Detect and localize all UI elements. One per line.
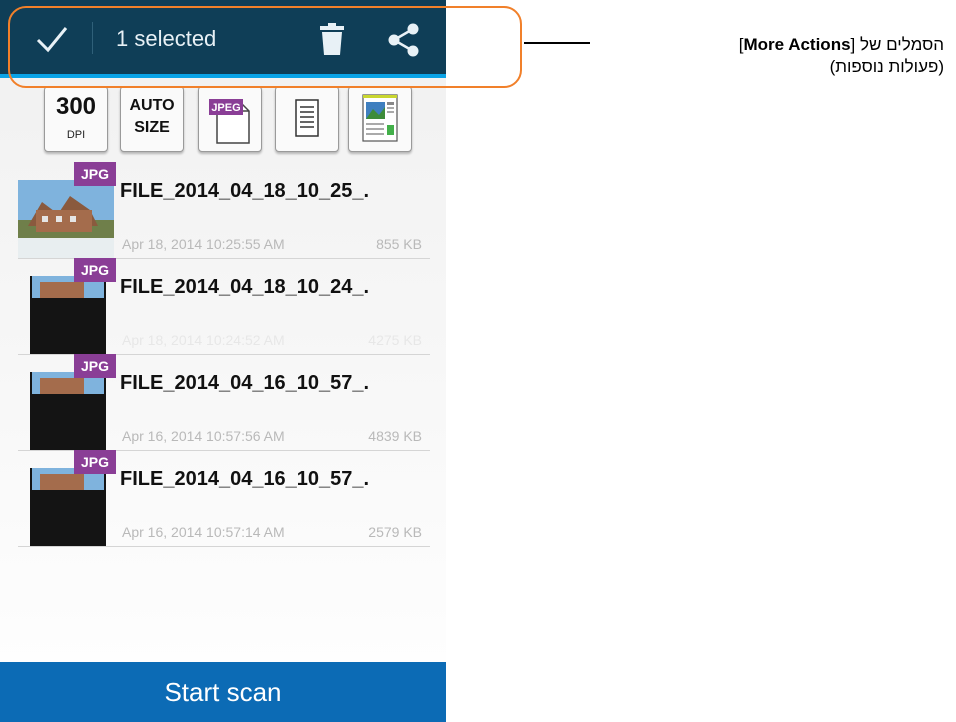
file-type-badge: JPG	[74, 450, 116, 474]
file-date: Apr 18, 2014 10:24:52 AM	[122, 332, 285, 348]
list-item[interactable]: JPG FILE_2014_04_16_10_57_. Apr 16, 2014…	[18, 450, 430, 547]
document-icon	[295, 99, 319, 137]
callout-line2: (פעולות נוספות)	[829, 57, 944, 76]
dpi-value: 300	[55, 93, 97, 120]
file-name: FILE_2014_04_18_10_24_.	[120, 276, 370, 298]
file-type-badge: JPG	[74, 162, 116, 186]
file-type-badge: JPG	[74, 354, 116, 378]
jpeg-label: JPEG	[211, 102, 240, 114]
file-thumbnail	[30, 276, 106, 354]
file-date: Apr 16, 2014 10:57:14 AM	[122, 524, 285, 540]
scanner-app-screen: 1 selected 300 DPI AUTO SIZE JPEG JPG FI…	[0, 0, 446, 722]
file-name: FILE_2014_04_16_10_57_.	[120, 468, 370, 490]
jpeg-format-icon: JPEG	[209, 99, 250, 144]
callout-line1: הסמלים של [More Actions]	[738, 35, 944, 54]
file-thumbnail	[30, 372, 106, 450]
file-date: Apr 16, 2014 10:57:56 AM	[122, 428, 285, 444]
list-item[interactable]: JPG FILE_2014_04_18_10_25_. Apr 18, 2014…	[18, 162, 430, 259]
file-size: 4839 KB	[368, 428, 422, 444]
file-type-badge: JPG	[74, 258, 116, 282]
file-size: 2579 KB	[368, 524, 422, 540]
auto-size-button[interactable]: AUTO SIZE	[120, 86, 184, 152]
file-name: FILE_2014_04_18_10_25_.	[120, 180, 370, 202]
file-thumbnail	[30, 468, 106, 546]
image-document-button[interactable]	[348, 86, 412, 152]
auto-size-line2: SIZE	[134, 119, 170, 136]
auto-size-line1: AUTO	[129, 97, 175, 114]
callout-text: הסמלים של [More Actions] (פעולות נוספות)	[604, 34, 944, 78]
file-date: Apr 18, 2014 10:25:55 AM	[122, 236, 285, 252]
more-actions-highlight	[8, 6, 522, 88]
image-document-icon	[362, 94, 398, 142]
callout-line	[524, 42, 590, 44]
file-name: FILE_2014_04_16_10_57_.	[120, 372, 370, 394]
jpeg-format-button[interactable]: JPEG	[198, 86, 262, 152]
file-size: 4275 KB	[368, 332, 422, 348]
dpi-unit: DPI	[66, 129, 86, 141]
document-button[interactable]	[275, 86, 339, 152]
dpi-button[interactable]: 300 DPI	[44, 86, 108, 152]
list-item[interactable]: JPG FILE_2014_04_16_10_57_. Apr 16, 2014…	[18, 354, 430, 451]
file-size: 855 KB	[376, 236, 422, 252]
list-item[interactable]: JPG FILE_2014_04_18_10_24_. Apr 18, 2014…	[18, 258, 430, 355]
start-scan-button[interactable]: Start scan	[0, 662, 446, 722]
file-thumbnail	[18, 180, 114, 258]
